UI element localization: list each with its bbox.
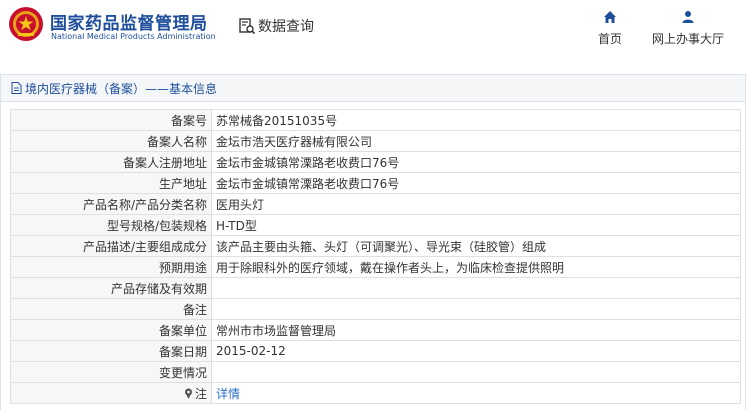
field-label: 预期用途 [10, 256, 212, 278]
table-row: 型号规格/包装规格 H-TD型 [10, 214, 741, 236]
table-row: 变更情况 [10, 361, 741, 383]
field-value [211, 298, 741, 320]
detail-link[interactable]: 详情 [216, 387, 240, 401]
field-value: H-TD型 [211, 214, 741, 236]
data-query-label: 数据查询 [258, 19, 314, 35]
table-row: 预期用途 用于除眼科外的医疗领域，戴在操作者头上，为临床检查提供照明 [10, 256, 741, 278]
nav-online-office[interactable]: 网上办事大厅 [652, 10, 724, 47]
field-value: 该产品主要由头箍、头灯（可调聚光）、导光束（硅胶管）组成 [211, 235, 741, 257]
table-row: 产品存储及有效期 [10, 277, 741, 299]
panel-title: 境内医疗器械（备案）——基本信息 [25, 81, 218, 96]
table-row: 备注 [10, 298, 741, 320]
field-label: 生产地址 [10, 172, 212, 194]
field-value: 常州市市场监督管理局 [211, 319, 741, 341]
field-label: 备案号 [10, 109, 212, 131]
table-row: 备案人名称 金坛市浩天医疗器械有限公司 [10, 130, 741, 152]
field-label: 产品名称/产品分类名称 [10, 193, 212, 215]
field-label: 备案人注册地址 [10, 151, 212, 173]
nav-home[interactable]: 首页 [598, 10, 622, 47]
table-row: 备案日期 2015-02-12 [10, 340, 741, 362]
field-value: 2015-02-12 [211, 340, 741, 362]
search-document-icon [239, 18, 256, 35]
field-label: 备注 [10, 298, 212, 320]
info-table: 备案号 苏常械备20151035号 备案人名称 金坛市浩天医疗器械有限公司 备案人注… [10, 109, 741, 404]
field-value: 金坛市金城镇常溧路老收费口76号 [211, 172, 741, 194]
site-title-cn[interactable]: 国家药品监督管理局 [50, 9, 208, 34]
site-header: 国家药品监督管理局 National Medical Products Admi… [0, 0, 747, 62]
field-value: 用于除眼科外的医疗领域，戴在操作者头上，为临床检查提供照明 [211, 256, 741, 278]
user-icon [682, 11, 694, 23]
home-icon [604, 11, 616, 23]
field-label: 备案人名称 [10, 130, 212, 152]
field-label: 变更情况 [10, 361, 212, 383]
note-label: 注 [184, 385, 207, 402]
note-label-text: 注 [194, 386, 207, 401]
nav-online-office-label: 网上办事大厅 [652, 32, 725, 46]
emblem-logo [9, 7, 43, 41]
pin-icon [184, 388, 192, 399]
panel-header: 境内医疗器械（备案）——基本信息 [1, 75, 745, 102]
site-title-en[interactable]: National Medical Products Administration [51, 32, 216, 41]
table-row: 备案人注册地址 金坛市金城镇常溧路老收费口76号 [10, 151, 741, 173]
table-row: 产品描述/主要组成成分 该产品主要由头箍、头灯（可调聚光）、导光束（硅胶管）组成 [10, 235, 741, 257]
field-label: 备案日期 [10, 340, 212, 362]
field-value: 苏常械备20151035号 [211, 109, 741, 131]
table-row-note: 注 详情 [10, 382, 741, 404]
table-row: 生产地址 金坛市金城镇常溧路老收费口76号 [10, 172, 741, 194]
note-value-cell: 详情 [211, 382, 741, 404]
field-label: 型号规格/包装规格 [10, 214, 212, 236]
field-value: 医用头灯 [211, 193, 741, 215]
field-value [211, 361, 741, 383]
field-value: 金坛市浩天医疗器械有限公司 [211, 130, 741, 152]
table-row: 备案单位 常州市市场监督管理局 [10, 319, 741, 341]
field-label: 产品存储及有效期 [10, 277, 212, 299]
table-row: 产品名称/产品分类名称 医用头灯 [10, 193, 741, 215]
field-label: 备案单位 [10, 319, 212, 341]
field-value: 金坛市金城镇常溧路老收费口76号 [211, 151, 741, 173]
field-value [211, 277, 741, 299]
table-row: 备案号 苏常械备20151035号 [10, 109, 741, 131]
nav-home-label: 首页 [598, 32, 623, 46]
info-panel: 境内医疗器械（备案）——基本信息 备案号 苏常械备20151035号 备案人名称金… [0, 74, 746, 410]
field-label: 产品描述/主要组成成分 [10, 235, 212, 257]
document-icon [11, 82, 22, 94]
data-query-link[interactable]: 数据查询 [238, 16, 314, 36]
note-label-cell: 注 [10, 382, 212, 404]
